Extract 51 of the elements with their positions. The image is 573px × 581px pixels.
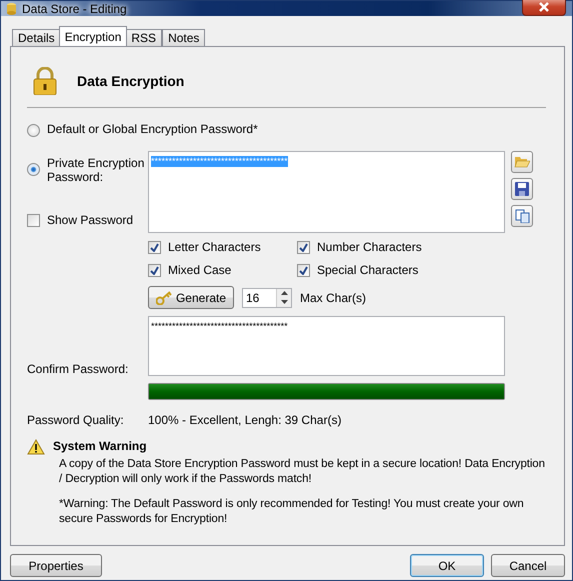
up-arrow-icon (280, 291, 288, 295)
option-checkbox[interactable]: Special Characters (297, 263, 505, 277)
key-icon (156, 290, 172, 304)
database-icon (7, 2, 16, 14)
close-button[interactable] (522, 0, 566, 16)
radio-option[interactable]: Default or Global Encryption Password* (27, 122, 546, 137)
down-arrow-icon (280, 300, 288, 304)
label: Password Quality: (27, 413, 125, 427)
tab[interactable]: Notes (162, 29, 206, 46)
checkbox-label: Special Characters (317, 263, 418, 277)
copy-icon (514, 209, 530, 223)
copy-button[interactable] (511, 205, 533, 227)
checkbox-label: Show Password (47, 213, 134, 227)
radio-option[interactable]: Private Encryption Password: (27, 151, 148, 184)
option-checkbox[interactable]: Number Characters (297, 240, 505, 254)
max-chars-spinner[interactable]: 16 (242, 288, 292, 308)
save-button[interactable] (511, 178, 533, 200)
confirm-password-field[interactable]: *************************************** (148, 316, 505, 376)
radio-label: Private Encryption Password: (47, 156, 146, 184)
tab[interactable]: Details (12, 29, 61, 46)
padlock-icon (33, 67, 57, 95)
section-heading: Data Encryption (77, 73, 184, 89)
warning-text: *Warning: The Default Password is only recommended for Testing! You must create your own secure Passwords for Encryption! (58, 497, 525, 527)
quality-value: 100% - Excellent, Lengh: 39 Char(s) (148, 413, 342, 427)
show-password-checkbox[interactable]: Show Password (27, 213, 148, 227)
warning-icon (27, 439, 45, 455)
properties-button[interactable]: Properties (10, 554, 102, 577)
radio-label: Default or Global Encryption Password* (47, 122, 258, 136)
checkbox-label: Letter Characters (168, 240, 261, 254)
folder-icon (514, 155, 530, 169)
warning-title: System Warning (53, 439, 148, 453)
option-checkbox[interactable]: Letter Characters (148, 240, 297, 254)
label: Confirm Password: (27, 362, 128, 376)
checkmark-icon (299, 242, 308, 252)
close-icon (538, 2, 550, 12)
tab[interactable]: RSS (125, 29, 162, 46)
tab[interactable]: Encryption (58, 26, 128, 46)
checkmark-icon (150, 266, 159, 274)
generate-button[interactable]: Generate (148, 286, 234, 309)
checkmark-icon (299, 266, 308, 274)
checkbox-label: Number Characters (317, 240, 422, 254)
window-title: Data Store - Editing (22, 2, 128, 16)
checkbox-label: Mixed Case (168, 263, 232, 277)
cancel-button[interactable]: Cancel (491, 554, 565, 577)
open-folder-button[interactable] (511, 151, 533, 173)
label: Max Char(s) (300, 290, 366, 304)
option-checkbox[interactable]: Mixed Case (148, 263, 297, 277)
warning-text: A copy of the Data Store Encryption Password must be kept in a secure location! Data Encryption / Decryption will only work if the Passwords match! (58, 457, 546, 487)
checkmark-icon (150, 242, 159, 252)
spin-up-button[interactable] (277, 288, 291, 298)
ok-button[interactable]: OK (410, 554, 484, 577)
